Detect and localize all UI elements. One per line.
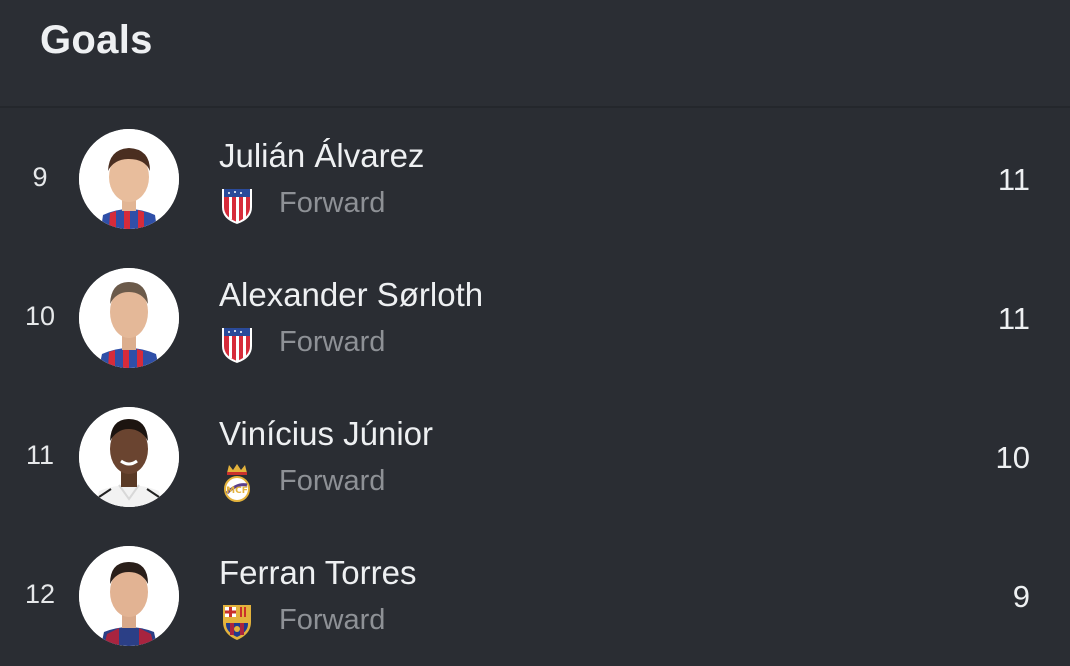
player-rank: 11: [25, 440, 55, 470]
player-position: Forward: [279, 187, 386, 219]
player-goals: 10: [995, 440, 1030, 475]
player-avatar[interactable]: [79, 129, 179, 229]
player-name[interactable]: Vinícius Júnior: [219, 415, 433, 453]
page-title: Goals: [40, 18, 153, 62]
player-row[interactable]: 12 Ferran Torres Forward 9: [0, 527, 1070, 666]
player-avatar[interactable]: [79, 546, 179, 646]
player-row[interactable]: 10 Alexander Sørloth Forward 11: [0, 249, 1070, 388]
player-name[interactable]: Ferran Torres: [219, 554, 416, 592]
svg-text:MCF: MCF: [226, 486, 248, 496]
player-position: Forward: [279, 604, 386, 636]
atletico-madrid-crest-icon: [219, 185, 255, 225]
player-position: Forward: [279, 465, 386, 497]
player-list: 9 Julián Álvarez Forward 11 10 Alexander…: [0, 110, 1070, 666]
player-goals: 11: [997, 301, 1030, 336]
player-avatar[interactable]: [79, 268, 179, 368]
player-position: Forward: [279, 326, 386, 358]
real-madrid-crest-icon: MCF: [219, 463, 255, 503]
player-row[interactable]: 11 Vinícius Júnior MCF Forward 10: [0, 388, 1070, 527]
player-goals: 11: [997, 162, 1030, 197]
player-row[interactable]: 9 Julián Álvarez Forward 11: [0, 110, 1070, 249]
player-rank: 9: [32, 162, 48, 192]
player-avatar[interactable]: [79, 407, 179, 507]
barcelona-crest-icon: [219, 602, 255, 642]
player-goals: 9: [1012, 579, 1030, 614]
player-rank: 12: [24, 579, 56, 609]
atletico-madrid-crest-icon: [219, 324, 255, 364]
player-rank: 10: [24, 301, 56, 331]
player-name[interactable]: Julián Álvarez: [219, 137, 424, 175]
page-header: Goals: [0, 0, 1070, 108]
player-name[interactable]: Alexander Sørloth: [219, 276, 483, 314]
